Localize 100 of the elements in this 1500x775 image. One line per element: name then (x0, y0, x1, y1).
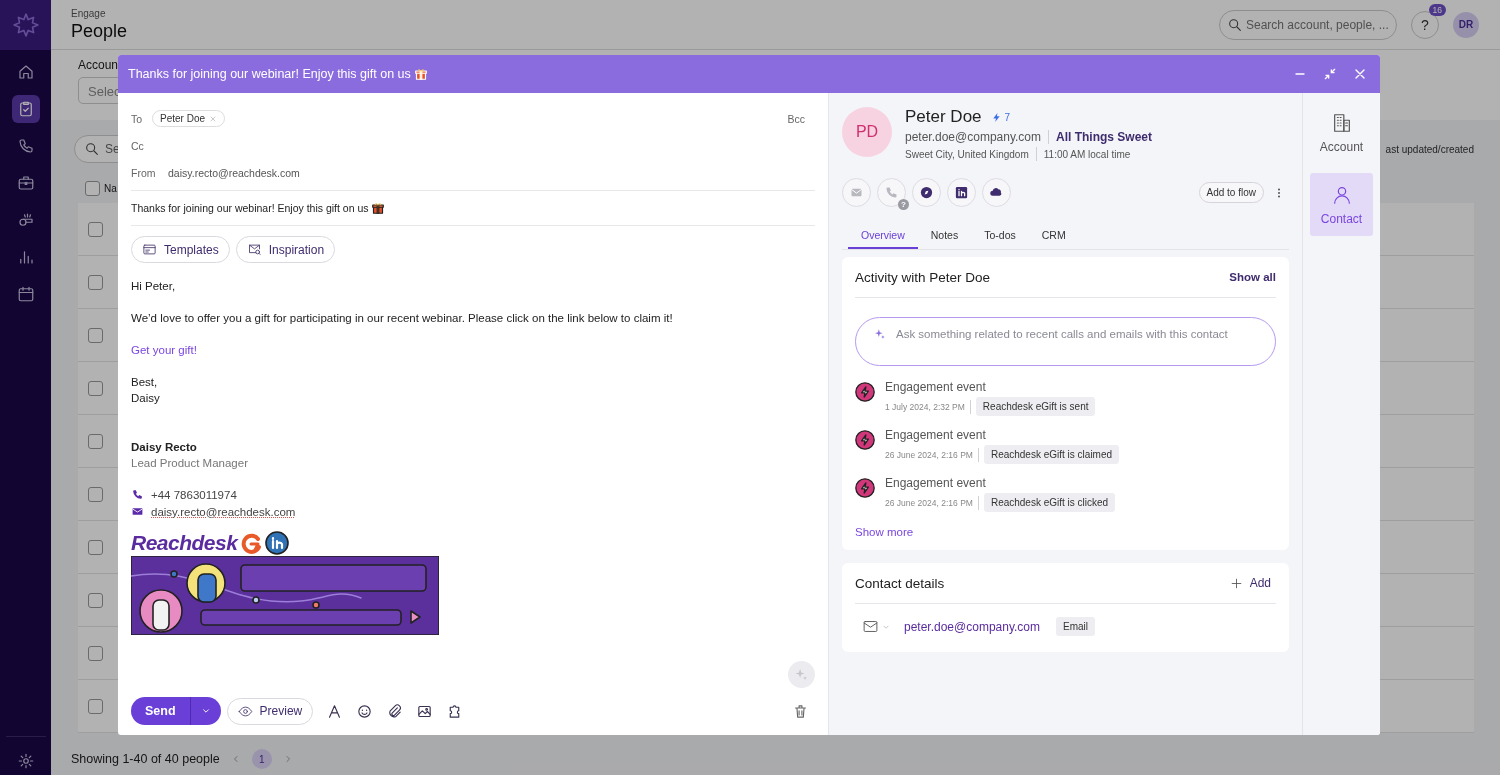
linkedin-icon[interactable] (265, 531, 290, 555)
side-tab-label: Account (1319, 139, 1364, 154)
from-address[interactable]: daisy.recto@reachdesk.com (168, 166, 300, 179)
closing-text: Best, (131, 375, 159, 390)
column-header: Na (104, 182, 117, 194)
contact-action-button[interactable] (947, 178, 976, 207)
phone-icon (131, 488, 144, 501)
send-button[interactable]: Send (131, 697, 221, 725)
notification-badge: 16 (1428, 3, 1446, 16)
page-button[interactable]: 1 (251, 749, 272, 769)
linkedin-icon (954, 185, 969, 200)
envelope-search-icon (246, 242, 262, 257)
event-title: Engagement event (885, 428, 987, 442)
home-icon (16, 63, 35, 81)
templates-button[interactable]: Templates (131, 236, 230, 263)
closing-text: Daisy (131, 391, 161, 406)
review-badge-icon[interactable] (239, 531, 264, 555)
contact-action-button[interactable] (912, 178, 941, 207)
tab[interactable]: Overview (848, 223, 918, 249)
email-link[interactable]: peter.doe@company.com (904, 619, 1041, 634)
greeting-text: Hi Peter, (131, 279, 177, 294)
add-to-flow-button[interactable]: Add to flow (1198, 182, 1264, 203)
signature-email[interactable]: daisy.recto@reachdesk.com (151, 505, 296, 518)
tab[interactable]: To-dos (971, 223, 1029, 249)
contact-email: peter.doe@company.com (905, 130, 1042, 144)
show-more-link[interactable]: Show more (855, 526, 1276, 538)
type-tag: Email (1056, 617, 1096, 636)
local-time: 11:00 AM local time (1043, 148, 1131, 160)
bcc-link[interactable]: Bcc (787, 112, 805, 125)
card-title: Contact details (855, 575, 945, 591)
checkbox[interactable] (88, 698, 103, 714)
checkbox[interactable] (88, 221, 103, 237)
engagement-score: 7 (1004, 111, 1011, 123)
body-paragraph: We’d love to offer you a gift for participating in our recent webinar. Please click on the link below to claim it! (131, 311, 674, 326)
section-label: Engage (71, 7, 107, 19)
inspiration-button[interactable]: Inspiration (235, 236, 336, 263)
trash-icon[interactable] (792, 702, 809, 720)
help-badge: ? (898, 199, 909, 210)
gift-link[interactable]: Get your gift! (131, 344, 197, 356)
briefcase-icon (16, 174, 35, 192)
checkbox[interactable] (88, 486, 103, 502)
smiley-icon[interactable] (356, 702, 374, 720)
ask-field[interactable]: Ask something related to recent calls and emails with this contact (855, 317, 1276, 366)
preview-button[interactable]: Preview (226, 697, 314, 725)
eye-icon (237, 703, 253, 719)
signature-role: Lead Product Manager (131, 456, 249, 471)
subject-text[interactable]: Thanks for joining our webinar! Enjoy this gift on us (131, 202, 369, 214)
company-name[interactable]: All Things Sweet (1056, 130, 1153, 144)
star-logo-icon[interactable] (12, 12, 39, 38)
gift-icon (371, 202, 384, 214)
checkbox[interactable] (88, 539, 103, 555)
from-label: From (131, 166, 157, 179)
signature-phone: +44 7863011974 (151, 488, 237, 501)
lightning-icon (855, 478, 875, 498)
paperclip-icon[interactable] (386, 702, 404, 720)
nav-item[interactable] (11, 95, 40, 123)
gift-icon (414, 68, 427, 80)
card-title: Activity with Peter Doe (855, 269, 991, 285)
phone-icon (884, 185, 899, 200)
checkbox[interactable] (85, 180, 100, 196)
template-icon (142, 242, 157, 257)
contact-avatar: PD (842, 107, 892, 157)
calendar-icon (16, 285, 35, 303)
user-avatar[interactable]: DR (1453, 11, 1479, 38)
event-tag: Reachdesk eGift is clicked (983, 493, 1116, 512)
brand-logo: Reachdesk (131, 531, 238, 555)
event-time: 26 June 2024, 2:16 PM (885, 449, 973, 460)
side-tab-label: Contact (1320, 211, 1363, 226)
show-all-link[interactable]: Show all (1229, 271, 1276, 283)
side-tab[interactable]: Account (1310, 101, 1373, 164)
checkbox[interactable] (88, 592, 103, 608)
contact-action-button[interactable] (982, 178, 1011, 207)
checkbox[interactable] (88, 274, 103, 290)
recipient-name: Peter Doe (160, 113, 206, 124)
tab[interactable]: Notes (917, 223, 972, 249)
add-button[interactable]: Add (1229, 576, 1276, 590)
event-title: Engagement event (885, 380, 987, 394)
collapse-icon[interactable] (1322, 66, 1338, 82)
signature-name: Daisy Recto (131, 440, 198, 455)
event-tag: Reachdesk eGift is claimed (983, 445, 1120, 464)
phone-icon (16, 137, 35, 155)
search-icon (84, 141, 100, 157)
checkbox[interactable] (88, 327, 103, 343)
cc-label: Cc (131, 139, 145, 152)
contact-name: Peter Doe (905, 107, 982, 127)
side-tab[interactable]: Contact (1310, 173, 1373, 236)
sort-label: ast updated/created (1385, 143, 1474, 155)
checkbox[interactable] (88, 433, 103, 449)
search-icon (1227, 16, 1243, 33)
filter-label: Accoun (78, 58, 120, 72)
whistle-icon (16, 211, 35, 229)
search-field[interactable]: Search account, people, ... (1219, 9, 1397, 40)
envelope-icon (131, 505, 144, 518)
envelope-icon[interactable] (862, 618, 879, 635)
settings-icon[interactable] (16, 752, 35, 770)
tab[interactable]: CRM (1028, 223, 1079, 249)
lightning-icon (855, 430, 875, 450)
compass-icon (919, 185, 934, 200)
checkbox[interactable] (88, 645, 103, 661)
checkbox[interactable] (88, 380, 103, 396)
